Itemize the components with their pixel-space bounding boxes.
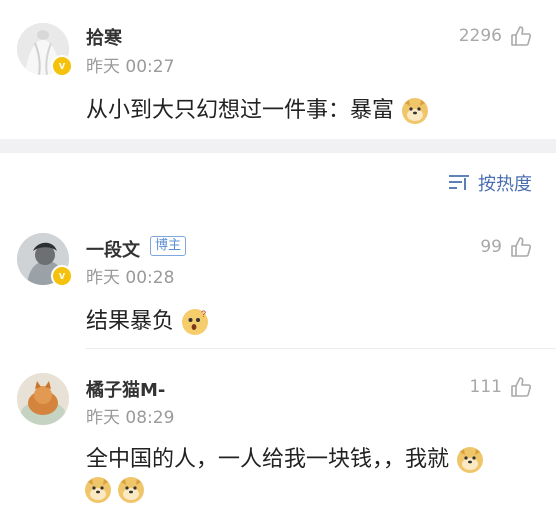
like-count: 2296 [458, 26, 502, 46]
emoji-row [84, 476, 145, 504]
timestamp: 昨天 00:27 [86, 57, 175, 77]
doge-emoji-icon [402, 98, 429, 124]
comment-text: 从小到大只幻想过一件事：暴富 [86, 92, 429, 125]
avatar-image [17, 373, 69, 425]
svg-text:?: ? [201, 309, 206, 319]
sort-by-hot-button[interactable]: 按热度 [478, 170, 532, 196]
thumbs-up-icon[interactable] [510, 236, 532, 258]
comment-divider [86, 348, 556, 349]
surprised-doge-emoji-icon: ? [182, 309, 209, 335]
comment-text: 结果暴负 ? [86, 303, 209, 336]
username[interactable]: 一段文 [86, 236, 140, 262]
doge-emoji-icon [118, 477, 145, 503]
timestamp: 昨天 08:29 [86, 408, 175, 428]
like-count: 99 [480, 237, 502, 257]
like-count: 111 [469, 377, 502, 397]
username[interactable]: 橘子猫M- [86, 376, 165, 402]
username[interactable]: 拾寒 [86, 24, 122, 50]
verified-icon: v [51, 55, 73, 77]
blogger-badge: 博主 [150, 236, 187, 256]
doge-emoji-icon [85, 477, 111, 503]
section-divider [0, 139, 556, 153]
timestamp: 昨天 00:28 [86, 268, 175, 288]
verified-icon: v [51, 265, 73, 287]
comment-text-content: 从小到大只幻想过一件事：暴富 [86, 98, 395, 123]
comment-text-content: 结果暴负 [86, 309, 175, 334]
thumbs-up-icon[interactable] [510, 25, 532, 47]
comment-text-content: 全中国的人，一人给我一块钱，，我就 [86, 447, 450, 472]
sort-icon[interactable] [448, 172, 470, 192]
comment-text: 全中国的人，一人给我一块钱，，我就 [86, 441, 484, 474]
doge-emoji-icon [457, 447, 484, 473]
avatar[interactable] [17, 373, 69, 425]
thumbs-up-icon[interactable] [510, 376, 532, 398]
